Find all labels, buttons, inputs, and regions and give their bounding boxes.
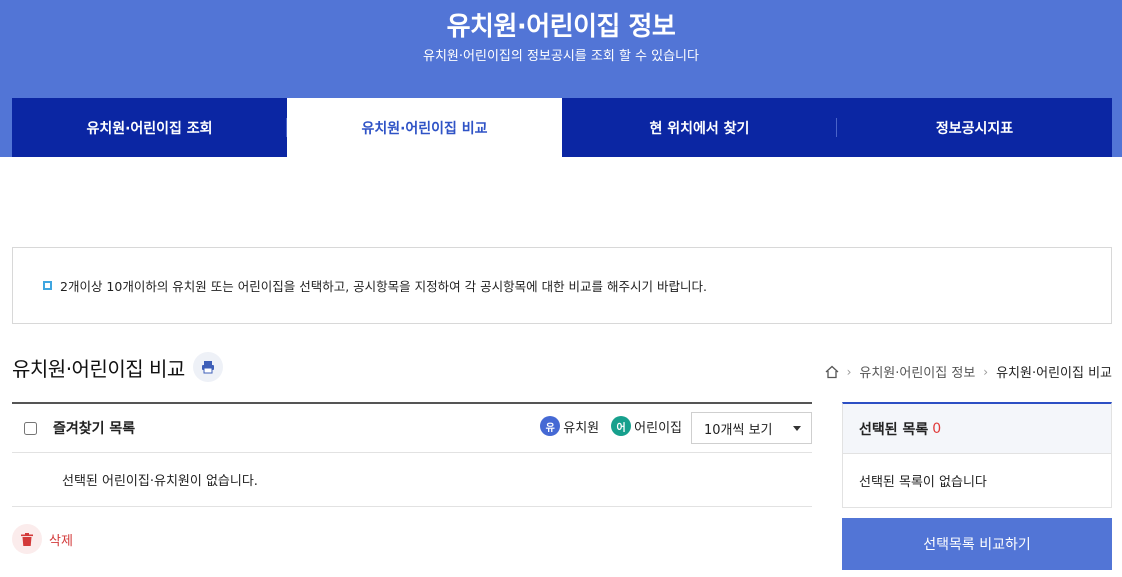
legend-label: 유치원 bbox=[563, 420, 600, 436]
page-size-value: 10개씩 보기 bbox=[704, 422, 773, 438]
breadcrumb: › 유치원·어린이집 정보 › 유치원·어린이집 비교 bbox=[825, 362, 1112, 381]
tab-nearby[interactable]: 현 위치에서 찾기 bbox=[562, 98, 837, 157]
breadcrumb-current: 유치원·어린이집 비교 bbox=[996, 366, 1112, 381]
bullet-icon bbox=[43, 281, 52, 290]
favorites-title: 즐겨찾기 목록 bbox=[53, 421, 136, 437]
select-all-checkbox[interactable] bbox=[24, 421, 37, 435]
legend-kindergarten: 유 유치원 bbox=[540, 416, 599, 436]
delete-button[interactable]: 삭제 bbox=[12, 524, 73, 554]
section-header: 유치원·어린이집 비교 bbox=[12, 352, 223, 382]
selected-title: 선택된 목록 bbox=[859, 421, 929, 438]
trash-icon-wrap bbox=[12, 524, 42, 554]
legend-label: 어린이집 bbox=[634, 420, 682, 436]
selected-empty-message: 선택된 목록이 없습니다 bbox=[842, 453, 1112, 508]
tab-search[interactable]: 유치원·어린이집 조회 bbox=[12, 98, 287, 157]
home-icon[interactable] bbox=[825, 365, 839, 379]
tab-label: 유치원·어린이집 조회 bbox=[86, 120, 213, 137]
notice-box: 2개이상 10개이하의 유치원 또는 어린이집을 선택하고, 공시항목을 지정하… bbox=[12, 247, 1112, 324]
selected-header: 선택된 목록 0 bbox=[842, 402, 1112, 453]
legend-daycare: 어 어린이집 bbox=[611, 416, 682, 436]
breadcrumb-item[interactable]: 유치원·어린이집 정보 bbox=[859, 362, 975, 381]
favorites-panel: 즐겨찾기 목록 유 유치원 어 어린이집 10개씩 보기 선택된 어린이집·유치… bbox=[12, 402, 812, 507]
print-icon bbox=[201, 361, 214, 374]
favorites-header: 즐겨찾기 목록 유 유치원 어 어린이집 10개씩 보기 bbox=[12, 402, 812, 453]
tab-label: 정보공시지표 bbox=[935, 120, 1014, 137]
page-size-select[interactable]: 10개씩 보기 bbox=[691, 412, 812, 444]
page-title: 유치원·어린이집 비교 bbox=[12, 356, 185, 381]
delete-label: 삭제 bbox=[49, 533, 73, 549]
trash-icon bbox=[21, 532, 33, 546]
daycare-badge: 어 bbox=[611, 416, 632, 436]
main-tabs: 유치원·어린이집 조회 유치원·어린이집 비교 현 위치에서 찾기 정보공시지표 bbox=[12, 98, 1112, 157]
type-legend: 유 유치원 어 어린이집 bbox=[528, 416, 682, 436]
print-button[interactable] bbox=[192, 352, 223, 382]
tab-indicators[interactable]: 정보공시지표 bbox=[837, 98, 1112, 157]
caret-down-icon bbox=[793, 426, 801, 431]
tab-label: 현 위치에서 찾기 bbox=[649, 120, 750, 137]
tab-label: 유치원·어린이집 비교 bbox=[361, 120, 488, 137]
chevron-right-icon: › bbox=[846, 364, 852, 379]
header-subtitle: 유치원·어린이집의 정보공시를 조회 할 수 있습니다 bbox=[423, 49, 699, 64]
tab-compare[interactable]: 유치원·어린이집 비교 bbox=[287, 98, 562, 157]
chevron-right-icon: › bbox=[983, 364, 989, 379]
kindergarten-badge: 유 bbox=[540, 416, 561, 436]
compare-selected-button[interactable]: 선택목록 비교하기 bbox=[842, 518, 1112, 570]
selected-count: 0 bbox=[932, 420, 942, 437]
favorites-empty-message: 선택된 어린이집·유치원이 없습니다. bbox=[12, 453, 812, 507]
selected-panel: 선택된 목록 0 선택된 목록이 없습니다 bbox=[842, 402, 1112, 508]
notice-text: 2개이상 10개이하의 유치원 또는 어린이집을 선택하고, 공시항목을 지정하… bbox=[60, 279, 707, 294]
header-title: 유치원·어린이집 정보 bbox=[446, 12, 676, 42]
